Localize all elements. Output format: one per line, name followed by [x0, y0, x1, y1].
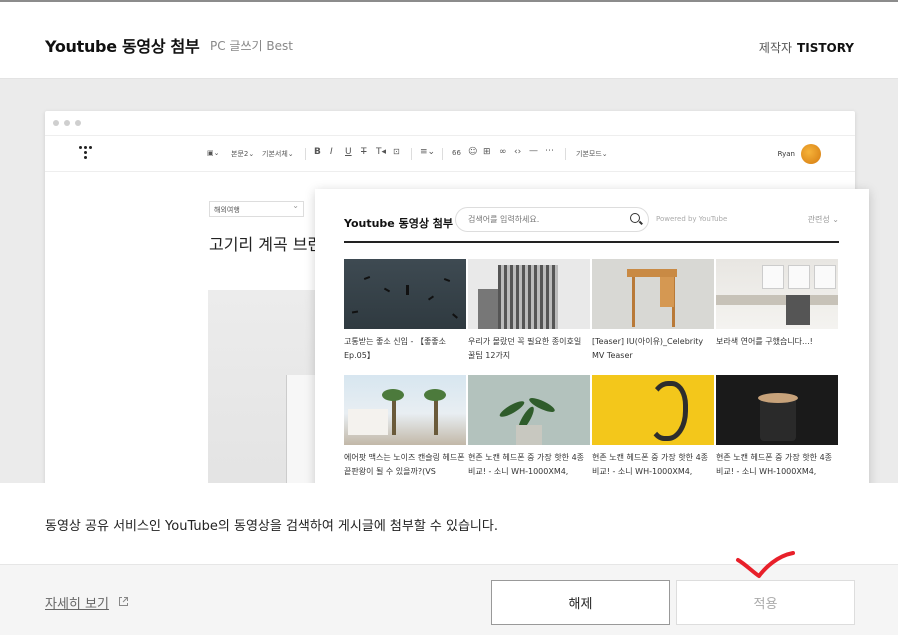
plugin-title: Youtube 동영상 첨부: [45, 37, 200, 56]
youtube-popup: Youtube 동영상 첨부 Powered by YouTube 관련성 ⌄ …: [315, 189, 869, 483]
font-select: 기본서체⌄: [262, 150, 294, 158]
release-button[interactable]: 해제: [491, 580, 670, 625]
align-icon: ≡⌄: [420, 147, 436, 157]
youtube-popup-header: Youtube 동영상 첨부 Powered by YouTube 관련성 ⌄: [344, 205, 839, 243]
link-icon: ∞: [499, 147, 507, 157]
quote-icon: 66: [452, 149, 461, 157]
video-thumbnail: [592, 259, 714, 329]
plugin-preview: ▣⌄ 본문2⌄ 기본서체⌄ B I U T T◂ ⊡ ≡⌄ 66 ☺ ⊞ ∞ ‹…: [0, 80, 898, 483]
bold-icon: B: [314, 147, 321, 157]
emoji-icon: ☺: [468, 147, 478, 157]
window-dot-icon: [64, 120, 70, 126]
video-card: 우리가 몰랐던 꼭 필요한 종이호일 꿀팁 12가지: [468, 259, 590, 363]
post-title: 고기리 계곡 브런: [209, 235, 323, 254]
text-color-icon: T◂: [376, 147, 387, 157]
more-icon: ⋯: [545, 146, 554, 156]
plugin-header: Youtube 동영상 첨부 PC 글쓰기 Best 제작자 TISTORY: [0, 2, 898, 79]
external-link-icon: [119, 597, 128, 606]
plugin-subtitle: PC 글쓰기 Best: [210, 39, 293, 53]
video-thumbnail: [468, 259, 590, 329]
video-thumbnail: [468, 375, 590, 445]
maker-name: TISTORY: [797, 41, 854, 55]
video-card: 현존 노캔 헤드폰 중 가장 핫한 4종 비교! - 소니 WH-1000XM4…: [468, 375, 590, 479]
checkmark-annotation-icon: [736, 551, 795, 578]
powered-by-label: Powered by YouTube: [656, 215, 728, 223]
youtube-popup-title: Youtube 동영상 첨부: [344, 217, 454, 230]
video-caption: 현존 노캔 헤드폰 중 가장 핫한 4종 비교! - 소니 WH-1000XM4…: [592, 453, 709, 476]
video-caption: 보라색 연어를 구했습니다...!: [716, 337, 813, 346]
video-card: 에어팟 맥스는 노이즈 캔슬링 헤드폰 끝판왕이 될 수 있을까?(VS: [344, 375, 466, 479]
apply-button[interactable]: 적용: [676, 580, 855, 625]
user-avatar: [801, 144, 821, 164]
strike-icon: T: [361, 147, 367, 157]
user-name: Ryan: [777, 150, 795, 158]
video-thumbnail: [344, 375, 466, 445]
search-icon: [630, 213, 640, 223]
video-card: 현존 노캔 헤드폰 중 가장 핫한 4종 비교! - 소니 WH-1000XM4…: [716, 375, 838, 479]
video-caption: 우리가 몰랐던 꼭 필요한 종이호일 꿀팁 12가지: [468, 337, 582, 360]
sort-select: 관련성 ⌄: [807, 215, 839, 224]
video-card: 보라색 연어를 구했습니다...!: [716, 259, 838, 363]
video-caption: [Teaser] IU(아이유)_Celebrity MV Teaser: [592, 337, 704, 360]
toolbar-divider: [442, 148, 443, 160]
window-dot-icon: [53, 120, 59, 126]
body-style-select: 본문2⌄: [231, 150, 255, 158]
italic-icon: I: [330, 147, 333, 157]
text-bg-icon: ⊡: [393, 147, 400, 156]
video-card: [Teaser] IU(아이유)_Celebrity MV Teaser: [592, 259, 714, 363]
video-thumbnail: [716, 375, 838, 445]
toolbar-divider: [565, 148, 566, 160]
browser-chrome: [45, 111, 855, 136]
window-dot-icon: [75, 120, 81, 126]
video-thumbnail: [592, 375, 714, 445]
video-caption: 현존 노캔 헤드폰 중 가장 핫한 4종 비교! - 소니 WH-1000XM4…: [468, 453, 585, 476]
youtube-search-input: [468, 215, 618, 224]
divider-line-icon: —: [529, 146, 538, 156]
video-caption: 에어팟 맥스는 노이즈 캔슬링 헤드폰 끝판왕이 될 수 있을까?(VS: [344, 453, 465, 476]
table-icon: ⊞: [483, 147, 491, 157]
editor-toolbar: ▣⌄ 본문2⌄ 기본서체⌄ B I U T T◂ ⊡ ≡⌄ 66 ☺ ⊞ ∞ ‹…: [45, 136, 855, 172]
detail-link[interactable]: 자세히 보기: [45, 593, 109, 612]
video-card: 고통받는 좋소 신입 - 【좋좋소 Ep.05】: [344, 259, 466, 363]
video-card: 현존 노캔 헤드폰 중 가장 핫한 4종 비교! - 소니 WH-1000XM4…: [592, 375, 714, 479]
image-icon: ▣⌄: [207, 149, 220, 157]
maker-label: 제작자: [758, 41, 793, 55]
maker-info: 제작자 TISTORY: [759, 39, 854, 56]
toolbar-divider: [305, 148, 306, 160]
toolbar-divider: [411, 148, 412, 160]
plugin-description: 동영상 공유 서비스인 YouTube의 동영상을 검색하여 게시글에 첨부할 …: [45, 519, 498, 534]
tistory-logo-icon: [79, 146, 93, 160]
underline-icon: U: [345, 147, 352, 157]
youtube-search-box: [455, 207, 649, 232]
video-thumbnail: [716, 259, 838, 329]
video-caption: 고통받는 좋소 신입 - 【좋좋소 Ep.05】: [344, 337, 447, 360]
video-thumbnail: [344, 259, 466, 329]
video-caption: 현존 노캔 헤드폰 중 가장 핫한 4종 비교! - 소니 WH-1000XM4…: [716, 453, 833, 476]
mode-select: 기본모드⌄: [576, 150, 608, 158]
code-icon: ‹›: [514, 147, 522, 157]
category-select: 해외여행: [209, 201, 304, 217]
